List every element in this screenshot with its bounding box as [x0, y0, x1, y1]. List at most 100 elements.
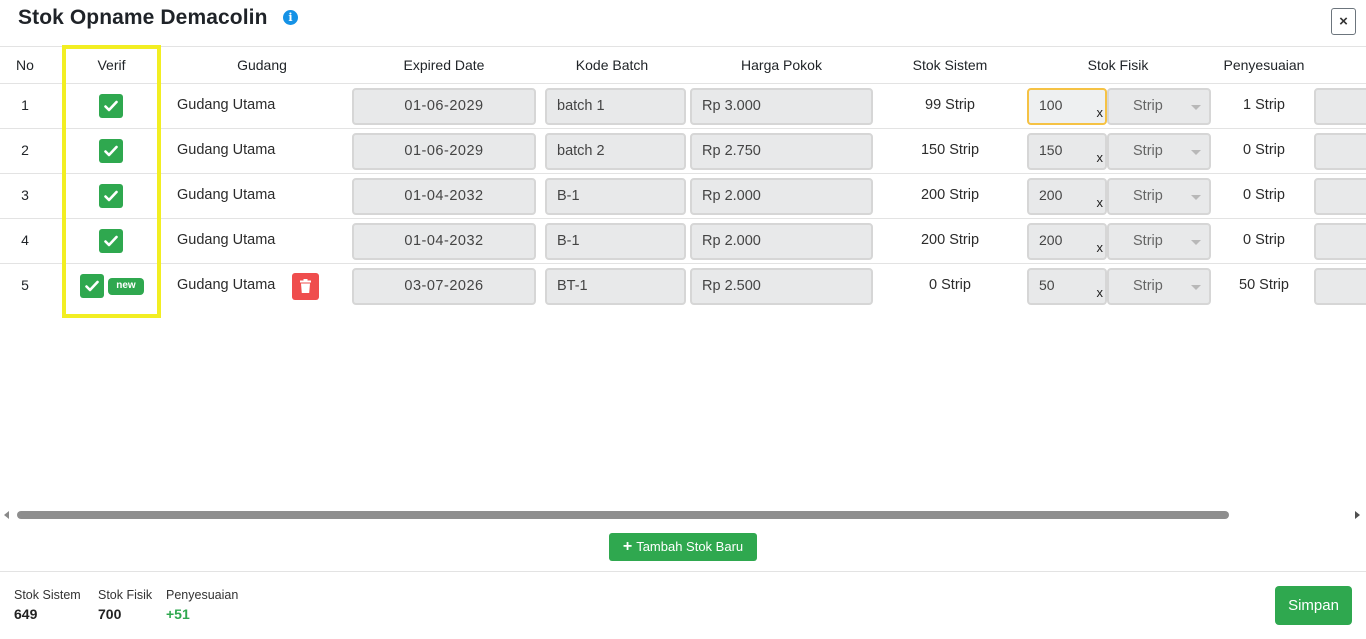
summary-penyesuaian-label: Penyesuaian	[166, 588, 239, 602]
stok-fisik-input[interactable]: 150 x	[1027, 133, 1107, 170]
penyesuaian-value: 0 Strip	[1243, 187, 1285, 203]
stok-sistem-value: 0 Strip	[929, 277, 971, 293]
expired-date-field[interactable]: 03-07-2026	[352, 268, 536, 305]
new-badge: new	[108, 278, 144, 295]
caret-down-icon	[1191, 195, 1201, 200]
extra-field[interactable]	[1314, 223, 1366, 260]
caret-down-icon	[1191, 150, 1201, 155]
column-header-harga-pokok: Harga Pokok	[741, 57, 822, 73]
summary-stok-sistem-value: 649	[14, 606, 38, 622]
penyesuaian-value: 1 Strip	[1243, 97, 1285, 113]
row-number: 3	[21, 187, 29, 203]
unit-select[interactable]: Strip	[1107, 133, 1211, 170]
extra-field[interactable]	[1314, 268, 1366, 305]
kode-batch-field[interactable]: batch 2	[545, 133, 686, 170]
column-header-expired-date: Expired Date	[403, 57, 485, 73]
table-row: 5 new Gudang Utama 03-07-2026 BT-1 Rp 2.…	[0, 264, 1366, 308]
add-stock-label: Tambah Stok Baru	[636, 539, 744, 554]
stok-sistem-value: 150 Strip	[920, 142, 980, 158]
close-button[interactable]: ×	[1331, 8, 1356, 35]
unit-select[interactable]: Strip	[1107, 178, 1211, 215]
unit-value: Strip	[1133, 233, 1163, 249]
verified-checkbox[interactable]	[99, 184, 123, 208]
kode-batch-field[interactable]: BT-1	[545, 268, 686, 305]
check-icon	[104, 100, 118, 112]
stok-fisik-input[interactable]: 100 x	[1027, 88, 1107, 125]
scroll-left-arrow-icon[interactable]	[4, 511, 9, 519]
horizontal-scrollbar[interactable]	[0, 508, 1366, 524]
gudang-name: Gudang Utama	[177, 142, 276, 158]
info-icon[interactable]: i	[283, 10, 298, 25]
harga-pokok-field[interactable]: Rp 2.000	[690, 178, 873, 215]
unit-select[interactable]: Strip	[1107, 223, 1211, 260]
save-button[interactable]: Simpan	[1275, 586, 1352, 625]
multiplier-label: x	[1096, 195, 1104, 210]
table-row: 1 Gudang Utama 01-06-2029 batch 1 Rp 3.0…	[0, 84, 1366, 129]
column-header-kode-batch: Kode Batch	[575, 57, 649, 73]
stok-fisik-input[interactable]: 200 x	[1027, 223, 1107, 260]
unit-value: Strip	[1133, 143, 1163, 159]
add-stock-button[interactable]: + Tambah Stok Baru	[609, 533, 757, 561]
modal-title: Stok Opname Demacolin	[18, 6, 268, 29]
column-header-stok-fisik: Stok Fisik	[1087, 57, 1149, 73]
penyesuaian-value: 0 Strip	[1243, 142, 1285, 158]
extra-field[interactable]	[1314, 178, 1366, 215]
gudang-name: Gudang Utama	[177, 232, 276, 248]
caret-down-icon	[1191, 240, 1201, 245]
stok-fisik-value: 100	[1039, 97, 1063, 113]
stok-fisik-input[interactable]: 50 x	[1027, 268, 1107, 305]
kode-batch-field[interactable]: B-1	[545, 178, 686, 215]
row-number: 1	[21, 97, 29, 113]
column-header-no: No	[16, 57, 34, 73]
penyesuaian-value: 0 Strip	[1243, 232, 1285, 248]
stok-fisik-value: 50	[1039, 277, 1055, 293]
extra-field[interactable]	[1314, 88, 1366, 125]
table-row: 3 Gudang Utama 01-04-2032 B-1 Rp 2.000 2…	[0, 174, 1366, 219]
stok-fisik-input[interactable]: 200 x	[1027, 178, 1107, 215]
multiplier-label: x	[1096, 105, 1104, 120]
expired-date-field[interactable]: 01-04-2032	[352, 178, 536, 215]
unit-value: Strip	[1133, 278, 1163, 294]
expired-date-field[interactable]: 01-06-2029	[352, 133, 536, 170]
expired-date-field[interactable]: 01-04-2032	[352, 223, 536, 260]
gudang-name: Gudang Utama	[177, 277, 276, 293]
kode-batch-field[interactable]: B-1	[545, 223, 686, 260]
summary-stok-fisik-value: 700	[98, 606, 122, 622]
row-number: 5	[21, 277, 29, 293]
harga-pokok-field[interactable]: Rp 3.000	[690, 88, 873, 125]
table-row: 4 Gudang Utama 01-04-2032 B-1 Rp 2.000 2…	[0, 219, 1366, 264]
multiplier-label: x	[1096, 285, 1104, 300]
verified-checkbox[interactable]	[99, 229, 123, 253]
harga-pokok-field[interactable]: Rp 2.500	[690, 268, 873, 305]
unit-select[interactable]: Strip	[1107, 268, 1211, 305]
stok-sistem-value: 200 Strip	[920, 232, 980, 248]
caret-down-icon	[1191, 105, 1201, 110]
column-header-stok-sistem: Stok Sistem	[912, 57, 988, 73]
harga-pokok-field[interactable]: Rp 2.750	[690, 133, 873, 170]
scrollbar-thumb[interactable]	[17, 511, 1229, 519]
verified-checkbox[interactable]	[99, 139, 123, 163]
check-icon	[104, 190, 118, 202]
check-icon	[104, 235, 118, 247]
check-icon	[85, 280, 99, 292]
stok-sistem-value: 200 Strip	[920, 187, 980, 203]
close-icon: ×	[1339, 13, 1348, 30]
extra-field[interactable]	[1314, 133, 1366, 170]
stock-table: No Verif Gudang Expired Date Kode Batch …	[0, 46, 1366, 308]
gudang-name: Gudang Utama	[177, 187, 276, 203]
unit-value: Strip	[1133, 98, 1163, 114]
stok-sistem-value: 99 Strip	[925, 97, 975, 113]
stok-fisik-value: 200	[1039, 187, 1063, 203]
summary-stok-sistem-label: Stok Sistem	[14, 588, 81, 602]
verified-checkbox[interactable]	[80, 274, 104, 298]
harga-pokok-field[interactable]: Rp 2.000	[690, 223, 873, 260]
scroll-right-arrow-icon[interactable]	[1355, 511, 1360, 519]
row-number: 4	[21, 232, 29, 248]
column-header-gudang: Gudang	[237, 57, 287, 73]
unit-select[interactable]: Strip	[1107, 88, 1211, 125]
delete-button[interactable]	[292, 273, 319, 300]
expired-date-field[interactable]: 01-06-2029	[352, 88, 536, 125]
row-number: 2	[21, 142, 29, 158]
verified-checkbox[interactable]	[99, 94, 123, 118]
kode-batch-field[interactable]: batch 1	[545, 88, 686, 125]
